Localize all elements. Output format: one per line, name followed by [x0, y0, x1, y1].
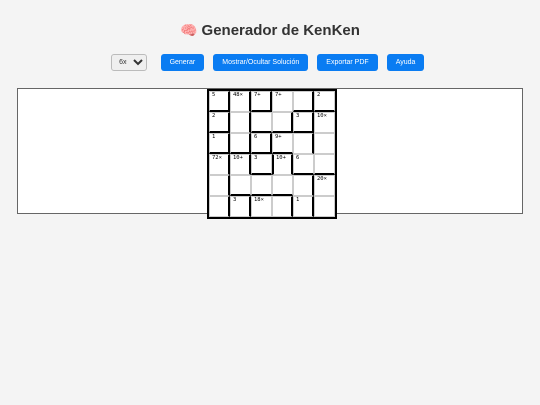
- grid-cell[interactable]: 6: [293, 154, 314, 175]
- grid-cell[interactable]: [293, 133, 314, 154]
- page-title-text: Generador de KenKen: [201, 22, 360, 39]
- grid-cell[interactable]: 10+: [272, 154, 293, 175]
- grid-cell[interactable]: [230, 133, 251, 154]
- grid-cell[interactable]: [314, 154, 335, 175]
- kenken-grid: 5 48× 7+ 7+ 2 2 3 10× 1 6 9+ 72× 10+ 3 1…: [207, 89, 337, 219]
- cage-clue: 9+: [275, 134, 282, 140]
- grid-cell[interactable]: 3: [293, 112, 314, 133]
- cage-clue: 6: [296, 155, 300, 161]
- grid-cell[interactable]: 5: [209, 91, 230, 112]
- cage-clue: 3: [233, 197, 237, 203]
- grid-cell[interactable]: 10×: [314, 112, 335, 133]
- grid-cell[interactable]: [251, 112, 272, 133]
- grid-cell[interactable]: [272, 196, 293, 217]
- brain-icon: 🧠: [180, 22, 198, 38]
- cage-clue: 2: [317, 92, 321, 98]
- cage-clue: 10×: [317, 113, 327, 119]
- cage-clue: 2: [212, 113, 216, 119]
- cage-clue: 10+: [276, 155, 286, 161]
- grid-cell[interactable]: [272, 175, 293, 196]
- toolbar: 6x6 Generar Mostrar/Ocultar Solución Exp…: [0, 54, 540, 71]
- grid-cell[interactable]: 20×: [314, 175, 335, 196]
- grid-cell[interactable]: 2: [314, 91, 335, 112]
- cage-clue: 10+: [233, 155, 243, 161]
- grid-cell[interactable]: 6: [251, 133, 272, 154]
- help-button[interactable]: Ayuda: [386, 54, 425, 71]
- grid-cell[interactable]: 18×: [251, 196, 272, 217]
- grid-cell[interactable]: [230, 175, 251, 196]
- grid-cell[interactable]: [230, 112, 251, 133]
- puzzle-container: 5 48× 7+ 7+ 2 2 3 10× 1 6 9+ 72× 10+ 3 1…: [17, 88, 523, 219]
- cage-clue: 1: [212, 134, 216, 140]
- cage-clue: 18×: [254, 197, 264, 203]
- cage-clue: 72×: [212, 155, 222, 161]
- page-title: 🧠 Generador de KenKen: [0, 22, 540, 39]
- grid-cell[interactable]: 3: [230, 196, 251, 217]
- grid-cell[interactable]: [272, 112, 293, 133]
- size-select[interactable]: 6x6: [111, 54, 148, 71]
- grid-cell[interactable]: [314, 196, 335, 217]
- grid-cell[interactable]: [251, 175, 272, 196]
- grid-cell[interactable]: 7+: [251, 91, 272, 112]
- generate-button[interactable]: Generar: [160, 54, 205, 71]
- export-pdf-button[interactable]: Exportar PDF: [317, 54, 378, 71]
- cage-clue: 3: [296, 113, 300, 119]
- grid-cell[interactable]: 72×: [209, 154, 230, 175]
- cage-clue: 3: [254, 155, 258, 161]
- grid-cell[interactable]: 1: [293, 196, 314, 217]
- grid-cell[interactable]: 3: [251, 154, 272, 175]
- grid-cell[interactable]: [209, 196, 230, 217]
- grid-cell[interactable]: 1: [209, 133, 230, 154]
- grid-cell[interactable]: 9+: [272, 133, 293, 154]
- cage-clue: 7+: [275, 92, 282, 98]
- cage-clue: 7+: [254, 92, 261, 98]
- grid-cell[interactable]: 2: [209, 112, 230, 133]
- grid-cell[interactable]: [293, 91, 314, 112]
- grid-cell[interactable]: [293, 175, 314, 196]
- cage-clue: 20×: [317, 176, 327, 182]
- grid-cell[interactable]: 10+: [230, 154, 251, 175]
- cage-clue: 6: [254, 134, 258, 140]
- grid-cell[interactable]: 48×: [230, 91, 251, 112]
- grid-cell[interactable]: 7+: [272, 91, 293, 112]
- cage-clue: 5: [212, 92, 216, 98]
- grid-cell[interactable]: [209, 175, 230, 196]
- toggle-solution-button[interactable]: Mostrar/Ocultar Solución: [213, 54, 309, 71]
- grid-cell[interactable]: [314, 133, 335, 154]
- cage-clue: 48×: [233, 92, 243, 98]
- cage-clue: 1: [296, 197, 300, 203]
